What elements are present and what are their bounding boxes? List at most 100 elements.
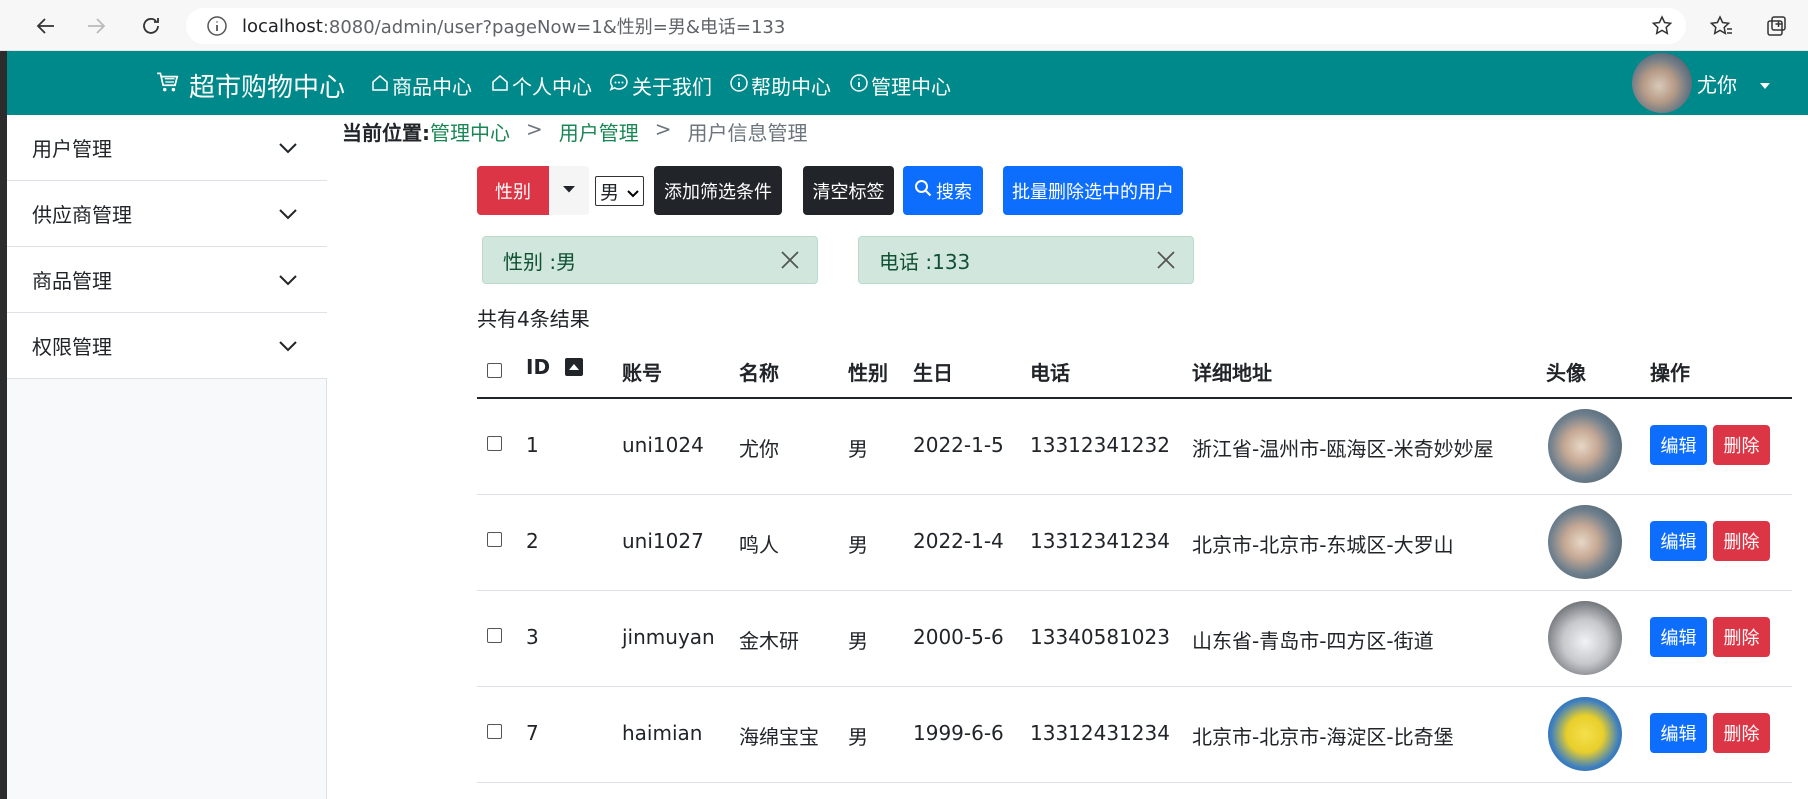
top-navbar: 超市购物中心 商品中心 个人中心 关于我们 帮助中心 管理中心 尤你: [7, 51, 1808, 115]
breadcrumb-current: 用户信息管理: [687, 121, 808, 145]
back-icon[interactable]: [30, 10, 62, 42]
nav-personal-center[interactable]: 个人中心: [490, 71, 592, 100]
cell-id: 7: [526, 721, 539, 745]
cell-address: 北京市-北京市-东城区-大罗山: [1192, 533, 1454, 557]
avatar: [1548, 697, 1622, 771]
filter-field-button[interactable]: 性别: [477, 166, 549, 215]
user-name[interactable]: 尤你: [1697, 69, 1737, 98]
favorites-icon[interactable]: [1705, 10, 1737, 42]
edit-button[interactable]: 编辑: [1650, 521, 1707, 561]
cell-sex: 男: [848, 725, 868, 749]
delete-button[interactable]: 删除: [1713, 617, 1770, 657]
cell-account: haimian: [622, 721, 703, 745]
search-button-label: 搜索: [936, 181, 972, 203]
sidebar-item-goods-management[interactable]: 商品管理: [7, 247, 327, 313]
cell-id: 2: [526, 529, 539, 553]
header-phone: 电话: [1030, 361, 1070, 385]
cell-phone: 13312341232: [1030, 433, 1170, 457]
url-path: :8080/admin/user?pageNow=1&性别=男&电话=133: [322, 17, 786, 38]
nav-help-center[interactable]: 帮助中心: [729, 71, 831, 100]
nav-about-us[interactable]: 关于我们: [608, 71, 712, 100]
cell-name: 金木研: [739, 629, 799, 653]
row-checkbox[interactable]: [487, 532, 502, 547]
browser-toolbar: localhost:8080/admin/user?pageNow=1&性别=男…: [0, 0, 1808, 51]
cart-icon: [155, 69, 181, 102]
cell-phone: 13312431234: [1030, 721, 1170, 745]
cell-sex: 男: [848, 533, 868, 557]
cell-birthday: 1999-6-6: [913, 721, 1004, 745]
breadcrumb-user-management[interactable]: 用户管理: [559, 117, 639, 146]
close-icon[interactable]: [1155, 249, 1177, 276]
delete-button[interactable]: 删除: [1713, 521, 1770, 561]
caret-down-icon[interactable]: [1758, 74, 1772, 98]
edit-button[interactable]: 编辑: [1650, 617, 1707, 657]
sidebar-item-supplier-management[interactable]: 供应商管理: [7, 181, 327, 247]
avatar: [1548, 601, 1622, 675]
avatar: [1548, 409, 1622, 483]
breadcrumb: 当前位置: 管理中心 > 用户管理 > 用户信息管理: [342, 117, 808, 146]
address-bar[interactable]: localhost:8080/admin/user?pageNow=1&性别=男…: [186, 8, 1686, 44]
sidebar-item-permission-management[interactable]: 权限管理: [7, 313, 327, 379]
sidebar: 用户管理 供应商管理 商品管理 权限管理: [7, 115, 327, 799]
cell-birthday: 2022-1-4: [913, 529, 1004, 553]
info-icon: [729, 73, 749, 98]
cell-birthday: 2022-1-5: [913, 433, 1004, 457]
sidebar-item-user-management[interactable]: 用户管理: [7, 115, 327, 181]
caret-down-icon: [562, 180, 576, 201]
nav-link-label: 商品中心: [392, 75, 472, 99]
row-checkbox[interactable]: [487, 724, 502, 739]
batch-delete-button[interactable]: 批量删除选中的用户: [1003, 166, 1183, 215]
delete-button[interactable]: 删除: [1713, 713, 1770, 753]
cell-sex: 男: [848, 629, 868, 653]
edit-button[interactable]: 编辑: [1650, 425, 1707, 465]
breadcrumb-separator: >: [526, 117, 543, 141]
close-icon[interactable]: [779, 249, 801, 276]
header-sex: 性别: [848, 361, 888, 385]
filter-field-dropdown-toggle[interactable]: [549, 166, 589, 215]
table-row: 2 uni1027 鸣人 男 2022-1-4 13312341234 北京市-…: [477, 495, 1792, 591]
header-address: 详细地址: [1192, 361, 1272, 385]
avatar: [1548, 505, 1622, 579]
url-host: localhost: [242, 15, 323, 37]
nav-goods-center[interactable]: 商品中心: [370, 71, 472, 100]
search-icon: [914, 179, 932, 202]
filter-tag: 电话 :133: [858, 236, 1194, 284]
nav-link-label: 关于我们: [632, 75, 712, 99]
delete-button[interactable]: 删除: [1713, 425, 1770, 465]
chevron-down-icon: [277, 335, 299, 362]
search-button[interactable]: 搜索: [903, 166, 983, 215]
table-row: 3 jinmuyan 金木研 男 2000-5-6 13340581023 山东…: [477, 591, 1792, 687]
home-icon: [370, 73, 390, 98]
nav-admin-center[interactable]: 管理中心: [849, 71, 951, 100]
window-edge: [0, 51, 7, 799]
row-checkbox[interactable]: [487, 628, 502, 643]
add-filter-button[interactable]: 添加筛选条件: [654, 166, 782, 215]
brand[interactable]: 超市购物中心: [155, 67, 345, 104]
collections-icon[interactable]: [1760, 10, 1792, 42]
clear-tags-button[interactable]: 清空标签: [803, 166, 894, 215]
reload-icon[interactable]: [135, 10, 167, 42]
user-avatar[interactable]: [1632, 53, 1692, 113]
cell-name: 尤你: [739, 437, 779, 461]
filter-tag-text: 性别 :男: [503, 249, 577, 274]
header-account: 账号: [622, 361, 662, 385]
filter-value-select[interactable]: 男: [595, 176, 644, 206]
sort-up-icon[interactable]: [565, 357, 583, 381]
cell-address: 北京市-北京市-海淀区-比奇堡: [1192, 725, 1454, 749]
nav-link-label: 帮助中心: [751, 75, 831, 99]
chevron-down-icon: [277, 269, 299, 296]
header-name: 名称: [739, 361, 779, 385]
edit-button[interactable]: 编辑: [1650, 713, 1707, 753]
breadcrumb-admin-center[interactable]: 管理中心: [430, 117, 510, 146]
forward-icon[interactable]: [80, 10, 112, 42]
select-all-checkbox[interactable]: [487, 363, 502, 378]
cell-name: 海绵宝宝: [739, 725, 819, 749]
cell-id: 1: [526, 433, 539, 457]
cell-phone: 13340581023: [1030, 625, 1170, 649]
cell-birthday: 2000-5-6: [913, 625, 1004, 649]
cell-account: uni1027: [622, 529, 704, 553]
cell-account: jinmuyan: [622, 625, 715, 649]
favorite-add-icon[interactable]: [1650, 14, 1674, 43]
row-checkbox[interactable]: [487, 436, 502, 451]
info-icon[interactable]: [206, 15, 228, 42]
